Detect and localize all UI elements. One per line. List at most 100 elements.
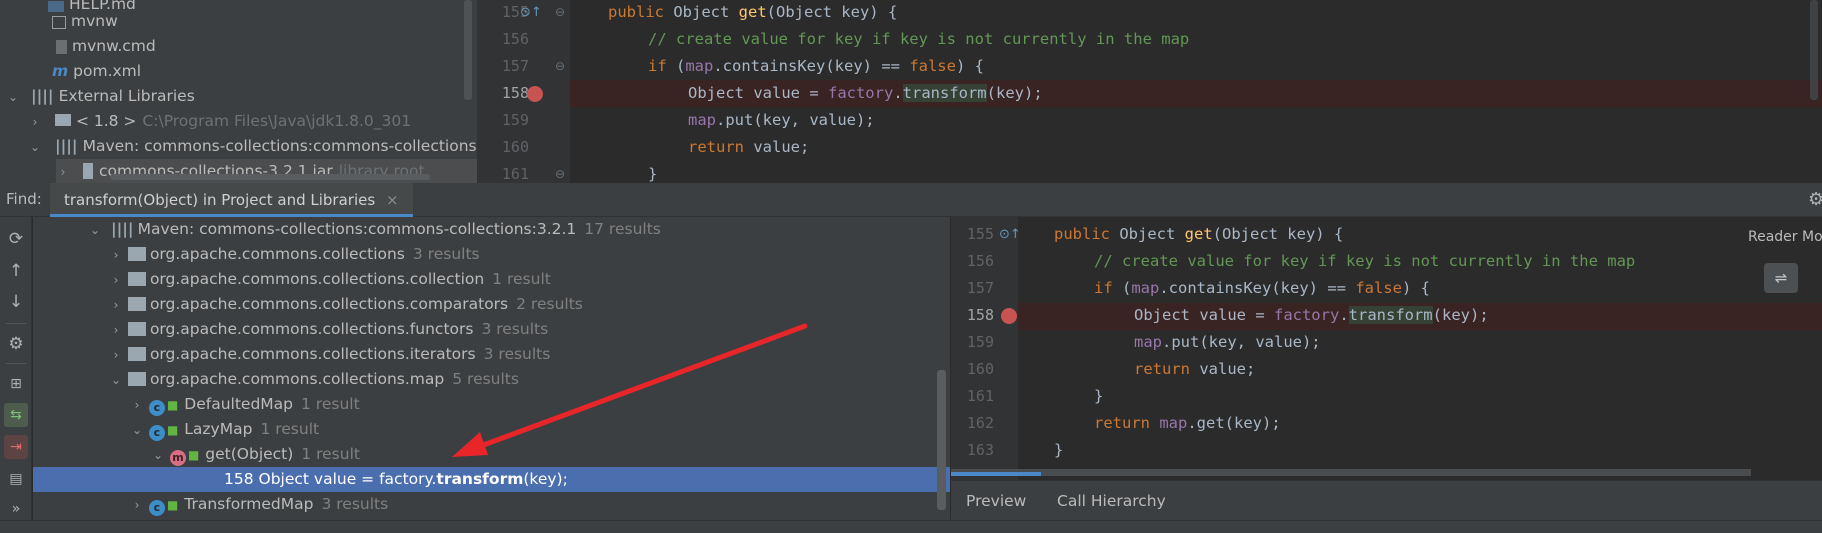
tree-item-mvnw-cmd[interactable]: mvnw.cmd — [56, 34, 156, 59]
reader-mode-button[interactable]: Reader Mo — [1748, 229, 1822, 245]
fold-icon[interactable]: ⊖ — [555, 167, 565, 181]
chevron-right-icon[interactable]: › — [109, 318, 123, 343]
breakpoint-icon[interactable] — [1001, 308, 1017, 324]
jar-icon — [82, 163, 93, 179]
editor-scrollbar[interactable] — [1810, 0, 1818, 100]
find-tab[interactable]: transform(Object) in Project and Librari… — [50, 183, 413, 217]
tree-item-maven-commons[interactable]: ⌄ |||| Maven: commons-collections:commons… — [28, 134, 477, 159]
tree-item-pom-xml[interactable]: m pom.xml — [52, 59, 141, 84]
line-number: 161 — [966, 387, 994, 405]
chevron-right-icon[interactable]: › — [130, 493, 144, 518]
preview-hscroll-track — [951, 469, 1751, 476]
bottom-toolwindow-bar — [0, 520, 1822, 533]
preview-hscroll-thumb[interactable] — [951, 472, 1041, 476]
soft-wrap-icon[interactable]: ⇌ — [1764, 263, 1798, 293]
code-line-156: // create value for key if key is not cu… — [648, 30, 1190, 48]
code-line-161: } — [648, 165, 658, 183]
arrow-down-icon[interactable]: ↓ — [4, 290, 28, 314]
chevron-right-icon[interactable]: › — [56, 160, 70, 183]
preview-tabs: Preview Call Hierarchy — [951, 480, 1822, 520]
line-number: 156 — [966, 252, 994, 270]
code-line-159: map.put(key, value); — [1134, 333, 1321, 351]
chevron-right-icon[interactable]: › — [28, 110, 42, 135]
editor-main[interactable]: 155 156 157 158 159 160 161 ⊙↑ ⊖ ⊖ ⊖ pub… — [477, 0, 1822, 183]
close-icon[interactable]: × — [386, 191, 399, 209]
usage-class[interactable]: › c ■ TransformedMap 3 results — [33, 492, 950, 517]
exclude-icon[interactable]: ⇥ — [4, 435, 28, 459]
find-label: Find: — [6, 190, 42, 208]
code-line-157: if (map.containsKey(key) == false) { — [648, 57, 984, 75]
line-number: 160 — [501, 138, 529, 156]
code-line-157: if (map.containsKey(key) == false) { — [1094, 279, 1430, 297]
public-lock-icon: ■ — [187, 448, 200, 462]
preview-icon[interactable]: ▤ — [4, 467, 28, 491]
rerun-icon[interactable]: ⟳ — [4, 227, 28, 251]
line-number: 156 — [501, 30, 529, 48]
tree-item-external-libraries[interactable]: ⌄ |||| External Libraries — [6, 84, 195, 109]
annotation-arrow — [452, 323, 808, 457]
annotation-arrow-shaft — [467, 323, 808, 453]
code-line-160: return value; — [1134, 360, 1256, 378]
line-number: 158 — [501, 84, 529, 102]
line-number: 160 — [966, 360, 994, 378]
usages-scrollbar[interactable] — [937, 370, 946, 510]
preview-editor[interactable]: 155 156 157 158 159 160 161 162 163 ⊙↑ p… — [951, 217, 1822, 480]
code-line-158: Object value = factory.transform(key); — [688, 84, 1043, 102]
fold-icon[interactable]: ⊖ — [555, 5, 565, 19]
code-line-159: map.put(key, value); — [688, 111, 875, 129]
chevron-right-icon[interactable]: › — [109, 293, 123, 318]
code-line-155: public Object get(Object key) { — [608, 3, 898, 21]
project-tree: HELP.md mvnw mvnw.cmd m pom.xml ⌄ |||| Ext… — [0, 0, 477, 183]
usage-result-selected[interactable]: 158 Object value = factory.transform(key… — [33, 467, 950, 492]
chevron-right-icon[interactable]: › — [109, 243, 123, 268]
chevron-down-icon[interactable]: ⌄ — [6, 85, 20, 110]
fold-icon[interactable]: ⊖ — [555, 59, 565, 73]
library-icon: |||| — [110, 220, 134, 238]
library-icon: |||| — [30, 87, 54, 105]
toolbar-divider — [6, 363, 26, 364]
project-hscrollbar[interactable] — [110, 174, 430, 180]
breakpoint-icon[interactable] — [527, 86, 543, 102]
line-number: 155 — [966, 225, 994, 243]
chevron-right-icon[interactable]: › — [109, 343, 123, 368]
find-tab-label: transform(Object) in Project and Librari… — [64, 191, 376, 209]
package-icon — [127, 272, 146, 286]
usage-package[interactable]: › org.apache.commons.collections.collect… — [33, 267, 950, 292]
find-toolbar: ⟳ ↑ ↓ ⚙ ⊞ ⇆ ⇥ ▤ » — [0, 217, 32, 533]
chevron-down-icon[interactable]: ⌄ — [151, 443, 165, 468]
group-by-icon[interactable]: ⊞ — [4, 372, 28, 396]
tree-item-mvnw[interactable]: mvnw — [52, 9, 118, 34]
class-icon: c — [148, 400, 165, 416]
chevron-down-icon[interactable]: ⌄ — [88, 218, 102, 243]
public-lock-icon: ■ — [166, 498, 179, 512]
tree-item-jdk[interactable]: › < 1.8 > C:\Program Files\Java\jdk1.8.0_… — [28, 109, 412, 135]
usage-group-root[interactable]: ⌄ |||| Maven: commons-collections:commons… — [33, 217, 950, 242]
chevron-right-icon[interactable]: › — [109, 268, 123, 293]
chevron-down-icon[interactable]: ⌄ — [28, 135, 42, 160]
package-icon — [127, 322, 146, 336]
maven-icon: m — [52, 62, 69, 80]
line-number: 163 — [966, 441, 994, 459]
chevron-down-icon[interactable]: ⌄ — [130, 418, 144, 443]
chevron-right-icon[interactable]: › — [130, 393, 144, 418]
class-icon: c — [148, 425, 165, 441]
method-icon: m — [169, 450, 186, 466]
annotation-arrow-head — [452, 432, 488, 457]
gear-icon[interactable]: ⚙ — [1808, 189, 1822, 210]
find-toolwindow-header: Find: transform(Object) in Project and L… — [0, 183, 1822, 217]
override-gutter-icon[interactable]: ⊙↑ — [999, 227, 1021, 242]
cmd-file-icon — [56, 40, 67, 54]
tab-preview[interactable]: Preview — [966, 481, 1026, 521]
project-scrollbar[interactable] — [464, 0, 472, 100]
code-line-162: return map.get(key); — [1094, 414, 1281, 432]
usage-package[interactable]: › org.apache.commons.collections 3 result… — [33, 242, 950, 267]
merge-icon[interactable]: ⇆ — [4, 403, 28, 427]
override-gutter-icon[interactable]: ⊙↑ — [520, 5, 542, 20]
code-line-160: return value; — [688, 138, 810, 156]
expand-more-icon[interactable]: » — [4, 497, 28, 521]
tab-call-hierarchy[interactable]: Call Hierarchy — [1057, 481, 1166, 521]
line-number: 157 — [966, 279, 994, 297]
settings-icon[interactable]: ⚙ — [4, 332, 28, 356]
arrow-up-icon[interactable]: ↑ — [4, 259, 28, 283]
chevron-down-icon[interactable]: ⌄ — [109, 368, 123, 393]
